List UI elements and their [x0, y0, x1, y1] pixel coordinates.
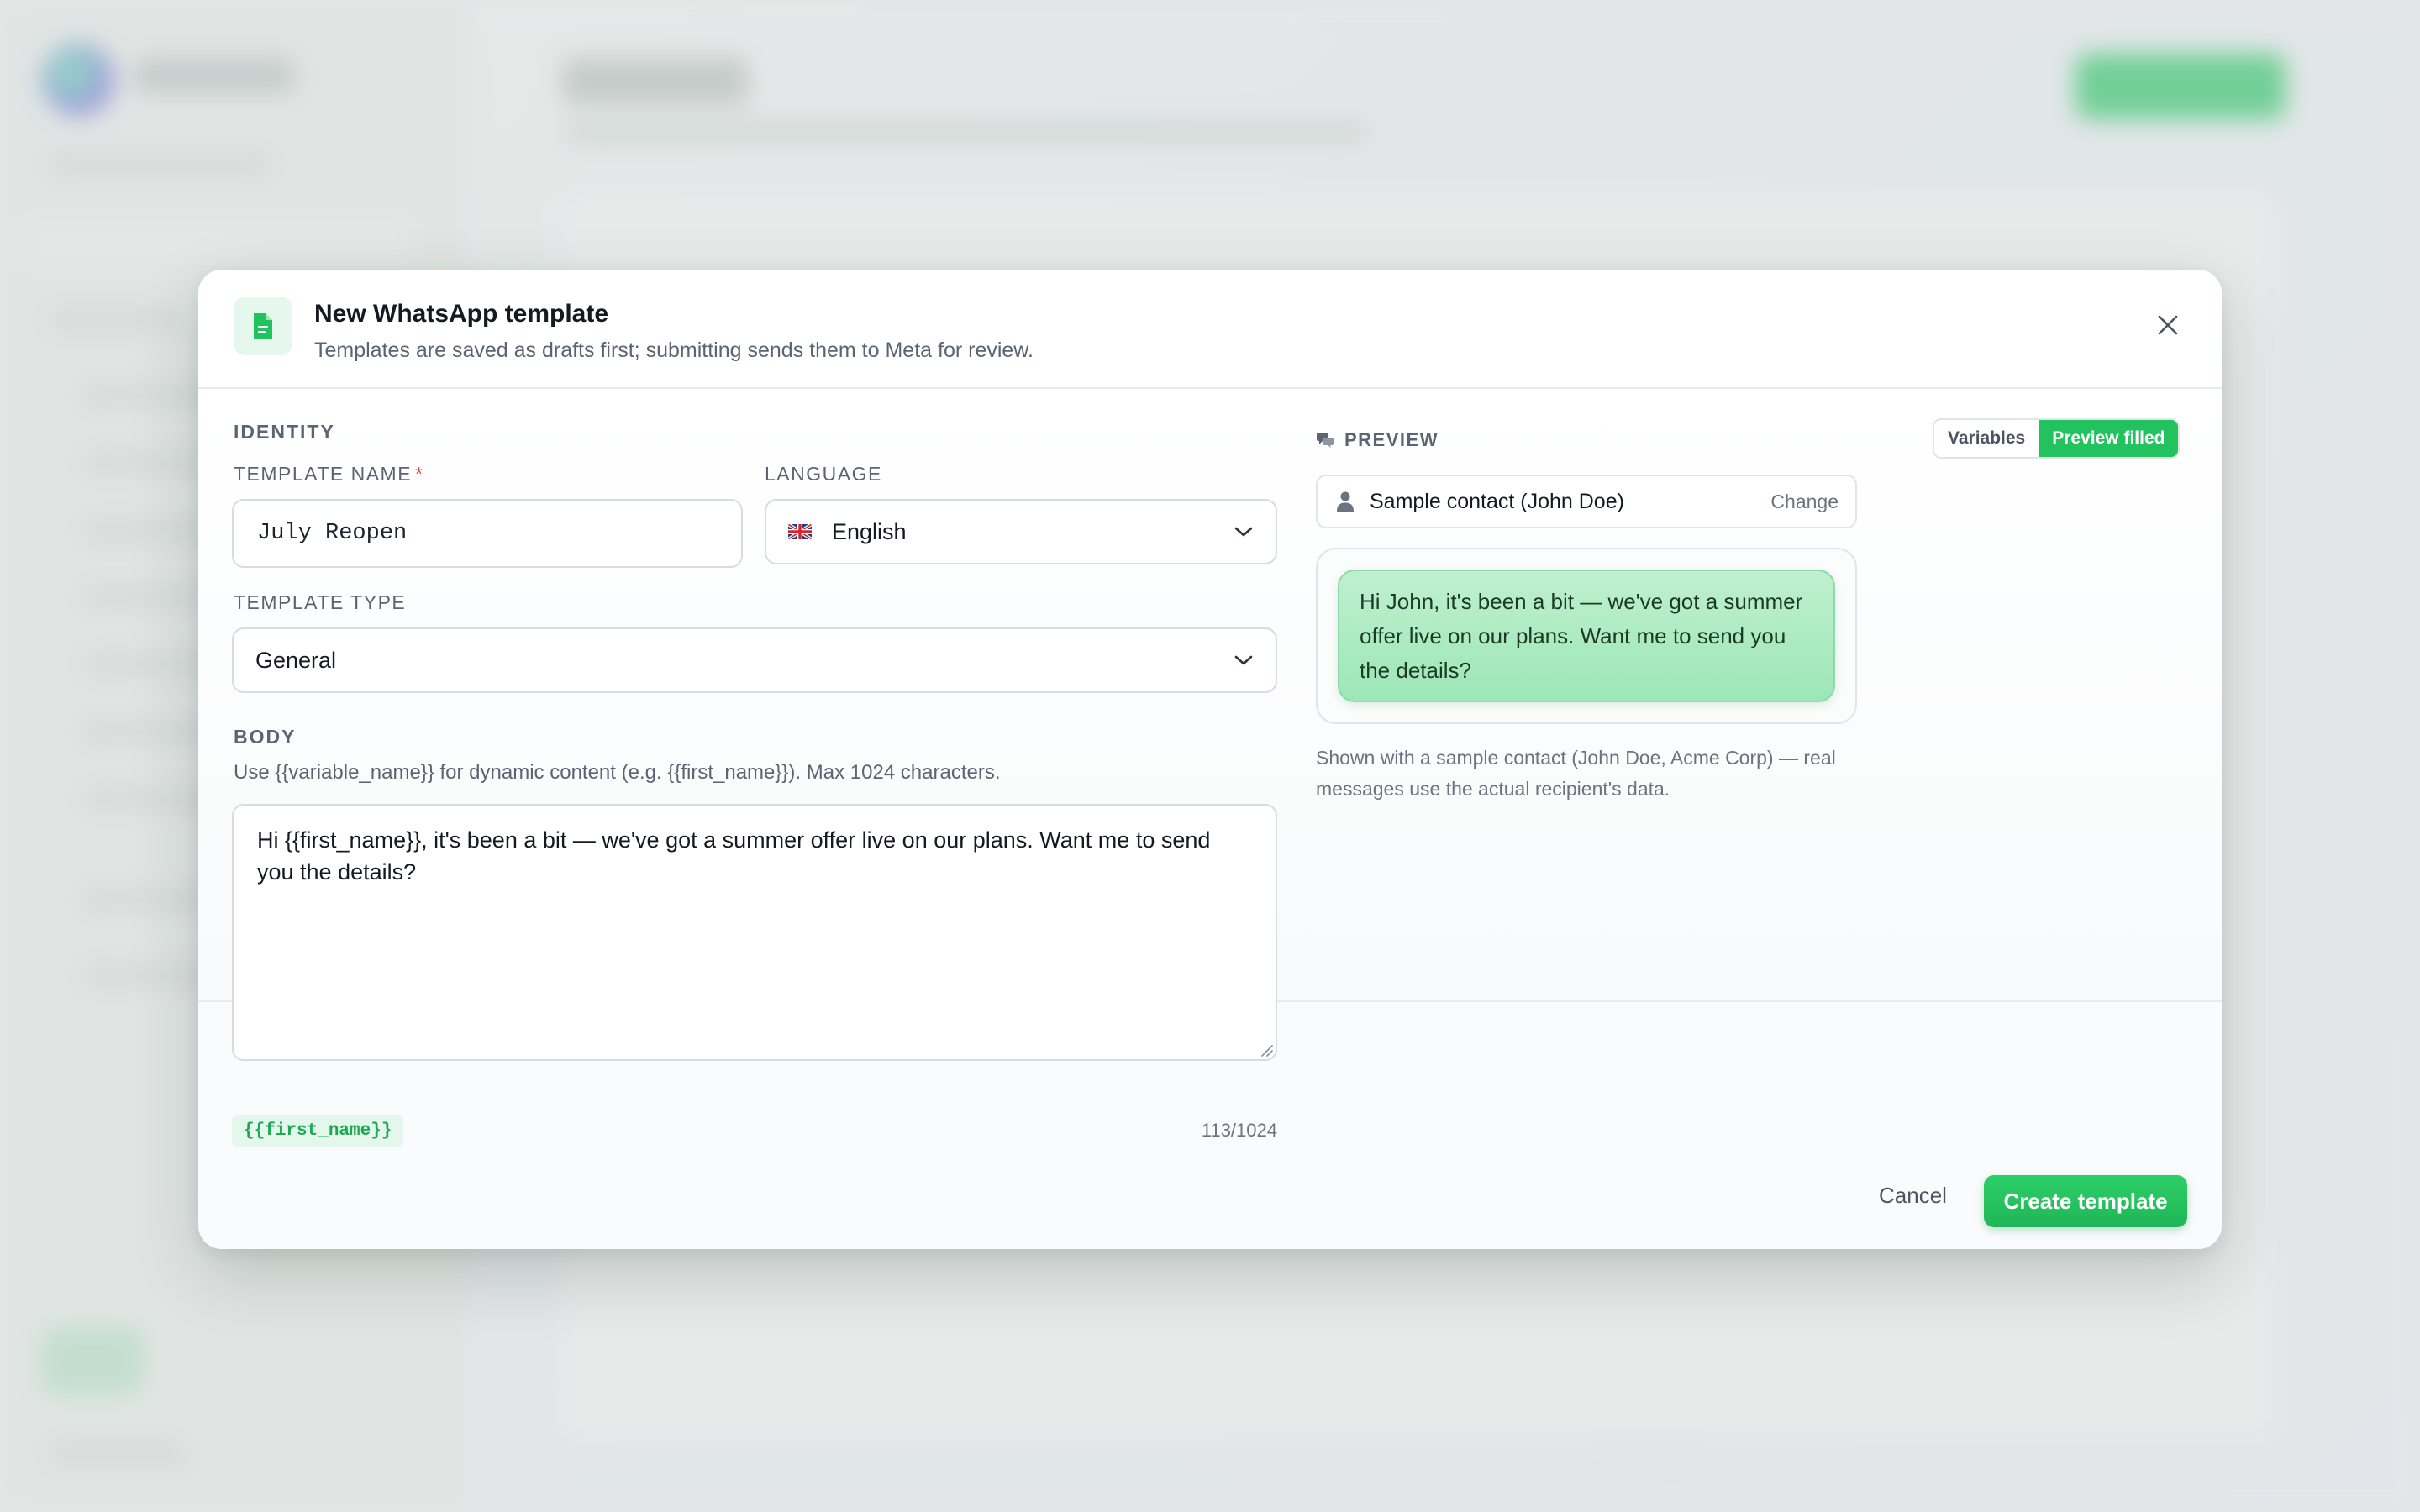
create-template-button[interactable]: Create template: [1984, 1175, 2187, 1227]
change-contact-button[interactable]: Change: [1770, 491, 1839, 513]
chevron-down-icon: [1234, 655, 1253, 665]
modal-title: New WhatsApp template: [314, 300, 609, 328]
sample-contact-name: Sample contact (John Doe): [1370, 489, 1624, 513]
template-type-value: General: [255, 647, 337, 673]
preview-frame: Hi John, it's been a bit — we've got a s…: [1316, 548, 1857, 724]
modal-subtitle: Templates are saved as drafts first; sub…: [314, 339, 1034, 362]
preview-note: Shown with a sample contact (John Doe, A…: [1316, 747, 1836, 800]
body-textarea[interactable]: Hi {{first_name}}, it's been a bit — we'…: [232, 804, 1277, 1061]
document-icon: [234, 297, 292, 355]
preview-label-text: PREVIEW: [1344, 429, 1439, 450]
cancel-button[interactable]: Cancel: [1879, 1183, 1947, 1209]
language-label: LANGUAGE: [765, 463, 882, 485]
required-marker: *: [415, 463, 424, 485]
chevron-down-icon: [1234, 527, 1253, 537]
body-helper-text: Use {{variable_name}} for dynamic conten…: [234, 761, 1001, 784]
sample-contact-selector: Sample contact (John Doe) Change: [1316, 475, 1857, 528]
message-bubble: Hi John, it's been a bit — we've got a s…: [1338, 570, 1835, 702]
toggle-variables[interactable]: Variables: [1934, 420, 2039, 457]
language-value: English: [832, 518, 907, 544]
template-name-input[interactable]: [232, 499, 743, 568]
template-type-select[interactable]: General: [232, 627, 1277, 693]
uk-flag-icon: [788, 524, 812, 539]
identity-section-label: IDENTITY: [234, 421, 335, 443]
preview-mode-toggle: Variables Preview filled: [1933, 418, 2181, 459]
chat-bubbles-icon: [1317, 433, 1334, 448]
person-icon: [1337, 491, 1354, 512]
template-name-label-text: TEMPLATE NAME: [234, 463, 413, 485]
body-section-label: BODY: [234, 726, 297, 748]
new-template-modal: New WhatsApp template Templates are save…: [198, 270, 2222, 1249]
language-select[interactable]: English: [765, 499, 1277, 564]
close-button[interactable]: [2146, 303, 2190, 347]
resize-handle-icon[interactable]: [1259, 1042, 1274, 1058]
character-count: 113/1024: [1201, 1120, 1277, 1141]
template-type-label: TEMPLATE TYPE: [234, 591, 407, 613]
variable-chip[interactable]: {{first_name}}: [232, 1115, 404, 1147]
toggle-preview-filled[interactable]: Preview filled: [2039, 420, 2179, 457]
preview-label: PREVIEW: [1316, 429, 1439, 451]
close-icon: [2158, 315, 2178, 335]
modal-header: New WhatsApp template Templates are save…: [198, 270, 2222, 389]
template-name-label: TEMPLATE NAME *: [234, 463, 424, 486]
